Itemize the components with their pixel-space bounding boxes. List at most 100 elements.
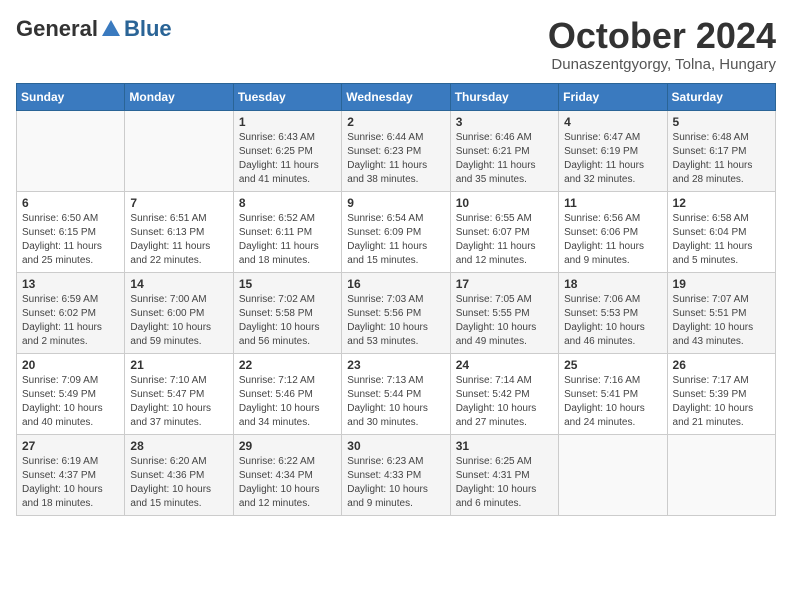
calendar-cell: 6 Sunrise: 6:50 AMSunset: 6:15 PMDaylight…: [17, 191, 125, 272]
calendar-cell: [667, 434, 775, 515]
logo-blue: Blue: [124, 16, 172, 42]
calendar-cell: 17 Sunrise: 7:05 AMSunset: 5:55 PMDayligh…: [450, 272, 558, 353]
calendar-cell: [125, 110, 233, 191]
day-number: 15: [239, 277, 336, 291]
day-info: Sunrise: 7:07 AMSunset: 5:51 PMDaylight:…: [673, 293, 770, 349]
calendar-table: SundayMondayTuesdayWednesdayThursdayFrid…: [16, 83, 776, 516]
calendar-cell: [17, 110, 125, 191]
day-info: Sunrise: 6:51 AMSunset: 6:13 PMDaylight:…: [130, 212, 227, 268]
calendar-cell: 26Sunrise: 7:17 AMSunset: 5:39 PMDayligh…: [667, 353, 775, 434]
day-number: 12: [673, 196, 770, 210]
day-info: Sunrise: 6:19 AMSunset: 4:37 PMDaylight:…: [22, 455, 119, 511]
day-info: Sunrise: 7:02 AMSunset: 5:58 PMDaylight:…: [239, 293, 336, 349]
calendar-cell: 1 Sunrise: 6:43 AMSunset: 6:25 PMDaylight…: [233, 110, 341, 191]
calendar-week-5: 27Sunrise: 6:19 AMSunset: 4:37 PMDayligh…: [17, 434, 776, 515]
weekday-header-thursday: Thursday: [450, 83, 558, 110]
calendar-cell: 28Sunrise: 6:20 AMSunset: 4:36 PMDayligh…: [125, 434, 233, 515]
location-subtitle: Dunaszentgyorgy, Tolna, Hungary: [548, 56, 776, 73]
day-info: Sunrise: 7:10 AMSunset: 5:47 PMDaylight:…: [130, 374, 227, 430]
day-number: 13: [22, 277, 119, 291]
calendar-cell: 8 Sunrise: 6:52 AMSunset: 6:11 PMDaylight…: [233, 191, 341, 272]
day-number: 31: [456, 439, 553, 453]
calendar-header: SundayMondayTuesdayWednesdayThursdayFrid…: [17, 83, 776, 110]
calendar-cell: 13Sunrise: 6:59 AMSunset: 6:02 PMDayligh…: [17, 272, 125, 353]
calendar-cell: 16 Sunrise: 7:03 AMSunset: 5:56 PMDayligh…: [342, 272, 450, 353]
day-info: Sunrise: 6:23 AMSunset: 4:33 PMDaylight:…: [347, 455, 444, 511]
calendar-cell: 12 Sunrise: 6:58 AMSunset: 6:04 PMDayligh…: [667, 191, 775, 272]
calendar-cell: 3 Sunrise: 6:46 AMSunset: 6:21 PMDaylight…: [450, 110, 558, 191]
calendar-cell: 14 Sunrise: 7:00 AMSunset: 6:00 PMDayligh…: [125, 272, 233, 353]
day-number: 6: [22, 196, 119, 210]
day-info: Sunrise: 7:13 AMSunset: 5:44 PMDaylight:…: [347, 374, 444, 430]
day-number: 28: [130, 439, 227, 453]
day-number: 21: [130, 358, 227, 372]
calendar-cell: 5 Sunrise: 6:48 AMSunset: 6:17 PMDaylight…: [667, 110, 775, 191]
day-info: Sunrise: 6:52 AMSunset: 6:11 PMDaylight:…: [239, 212, 336, 268]
day-info: Sunrise: 6:25 AMSunset: 4:31 PMDaylight:…: [456, 455, 553, 511]
calendar-cell: 22Sunrise: 7:12 AMSunset: 5:46 PMDayligh…: [233, 353, 341, 434]
calendar-cell: 21 Sunrise: 7:10 AMSunset: 5:47 PMDayligh…: [125, 353, 233, 434]
logo: General Blue: [16, 16, 172, 42]
calendar-cell: 2 Sunrise: 6:44 AMSunset: 6:23 PMDaylight…: [342, 110, 450, 191]
logo-icon: [100, 18, 122, 40]
day-number: 19: [673, 277, 770, 291]
day-number: 16: [347, 277, 444, 291]
day-number: 1: [239, 115, 336, 129]
day-number: 5: [673, 115, 770, 129]
calendar-week-4: 20Sunrise: 7:09 AMSunset: 5:49 PMDayligh…: [17, 353, 776, 434]
calendar-week-2: 6 Sunrise: 6:50 AMSunset: 6:15 PMDaylight…: [17, 191, 776, 272]
day-info: Sunrise: 7:06 AMSunset: 5:53 PMDaylight:…: [564, 293, 661, 349]
weekday-header-wednesday: Wednesday: [342, 83, 450, 110]
day-info: Sunrise: 6:44 AMSunset: 6:23 PMDaylight:…: [347, 131, 444, 187]
calendar-cell: 18 Sunrise: 7:06 AMSunset: 5:53 PMDayligh…: [559, 272, 667, 353]
calendar-cell: 30 Sunrise: 6:23 AMSunset: 4:33 PMDayligh…: [342, 434, 450, 515]
day-info: Sunrise: 6:47 AMSunset: 6:19 PMDaylight:…: [564, 131, 661, 187]
day-info: Sunrise: 6:50 AMSunset: 6:15 PMDaylight:…: [22, 212, 119, 268]
calendar-cell: 4 Sunrise: 6:47 AMSunset: 6:19 PMDaylight…: [559, 110, 667, 191]
day-number: 7: [130, 196, 227, 210]
title-section: October 2024 Dunaszentgyorgy, Tolna, Hun…: [548, 16, 776, 73]
weekday-header-row: SundayMondayTuesdayWednesdayThursdayFrid…: [17, 83, 776, 110]
day-info: Sunrise: 6:43 AMSunset: 6:25 PMDaylight:…: [239, 131, 336, 187]
day-number: 20: [22, 358, 119, 372]
day-number: 3: [456, 115, 553, 129]
calendar-week-1: 1 Sunrise: 6:43 AMSunset: 6:25 PMDaylight…: [17, 110, 776, 191]
calendar-cell: 31 Sunrise: 6:25 AMSunset: 4:31 PMDayligh…: [450, 434, 558, 515]
calendar-cell: 11 Sunrise: 6:56 AMSunset: 6:06 PMDayligh…: [559, 191, 667, 272]
day-number: 9: [347, 196, 444, 210]
day-info: Sunrise: 6:55 AMSunset: 6:07 PMDaylight:…: [456, 212, 553, 268]
calendar-cell: 29Sunrise: 6:22 AMSunset: 4:34 PMDayligh…: [233, 434, 341, 515]
day-info: Sunrise: 6:48 AMSunset: 6:17 PMDaylight:…: [673, 131, 770, 187]
calendar-body: 1 Sunrise: 6:43 AMSunset: 6:25 PMDaylight…: [17, 110, 776, 515]
day-info: Sunrise: 7:05 AMSunset: 5:55 PMDaylight:…: [456, 293, 553, 349]
day-number: 18: [564, 277, 661, 291]
day-number: 17: [456, 277, 553, 291]
day-info: Sunrise: 7:03 AMSunset: 5:56 PMDaylight:…: [347, 293, 444, 349]
day-number: 25: [564, 358, 661, 372]
calendar-cell: 15 Sunrise: 7:02 AMSunset: 5:58 PMDayligh…: [233, 272, 341, 353]
day-number: 2: [347, 115, 444, 129]
calendar-cell: 20Sunrise: 7:09 AMSunset: 5:49 PMDayligh…: [17, 353, 125, 434]
day-info: Sunrise: 7:17 AMSunset: 5:39 PMDaylight:…: [673, 374, 770, 430]
calendar-cell: 27Sunrise: 6:19 AMSunset: 4:37 PMDayligh…: [17, 434, 125, 515]
day-number: 14: [130, 277, 227, 291]
logo-text: General Blue: [16, 16, 172, 42]
day-info: Sunrise: 6:46 AMSunset: 6:21 PMDaylight:…: [456, 131, 553, 187]
day-number: 24: [456, 358, 553, 372]
day-info: Sunrise: 7:14 AMSunset: 5:42 PMDaylight:…: [456, 374, 553, 430]
weekday-header-friday: Friday: [559, 83, 667, 110]
day-number: 4: [564, 115, 661, 129]
calendar-cell: 9Sunrise: 6:54 AMSunset: 6:09 PMDaylight…: [342, 191, 450, 272]
day-number: 10: [456, 196, 553, 210]
day-number: 30: [347, 439, 444, 453]
calendar-week-3: 13Sunrise: 6:59 AMSunset: 6:02 PMDayligh…: [17, 272, 776, 353]
day-number: 8: [239, 196, 336, 210]
calendar-cell: 24 Sunrise: 7:14 AMSunset: 5:42 PMDayligh…: [450, 353, 558, 434]
day-number: 11: [564, 196, 661, 210]
calendar-cell: 19 Sunrise: 7:07 AMSunset: 5:51 PMDayligh…: [667, 272, 775, 353]
calendar-cell: 25Sunrise: 7:16 AMSunset: 5:41 PMDayligh…: [559, 353, 667, 434]
day-info: Sunrise: 6:56 AMSunset: 6:06 PMDaylight:…: [564, 212, 661, 268]
day-info: Sunrise: 7:00 AMSunset: 6:00 PMDaylight:…: [130, 293, 227, 349]
day-number: 29: [239, 439, 336, 453]
day-info: Sunrise: 6:58 AMSunset: 6:04 PMDaylight:…: [673, 212, 770, 268]
